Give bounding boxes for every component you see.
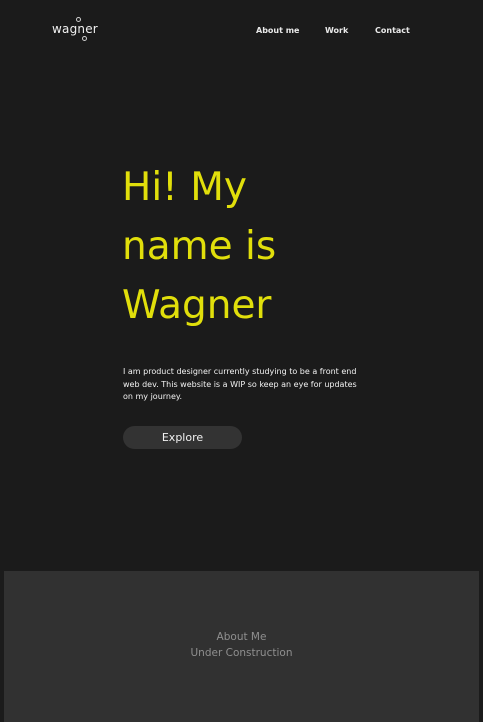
nav-work-link[interactable]: Work [325,25,348,37]
page: wagner About me Work Contact Hi! My name… [0,0,483,722]
about-title: About Me [216,631,267,643]
about-section: About Me Under Construction [4,571,479,722]
logo-ring-icon [76,17,81,22]
hero-description: I am product designer currently studying… [123,367,357,401]
hero-title-line: name is [122,224,277,269]
hero-title-line: Wagner [122,283,272,328]
nav-about-link[interactable]: About me [256,25,299,37]
about-status: Under Construction [190,647,293,659]
nav-contact-link[interactable]: Contact [375,25,410,37]
explore-button[interactable]: Explore [123,426,242,449]
hero-title: Hi! My name is Wagner [122,158,382,335]
hero-title-line: Hi! My [122,165,247,210]
main-nav: About me Work Contact [0,25,483,37]
